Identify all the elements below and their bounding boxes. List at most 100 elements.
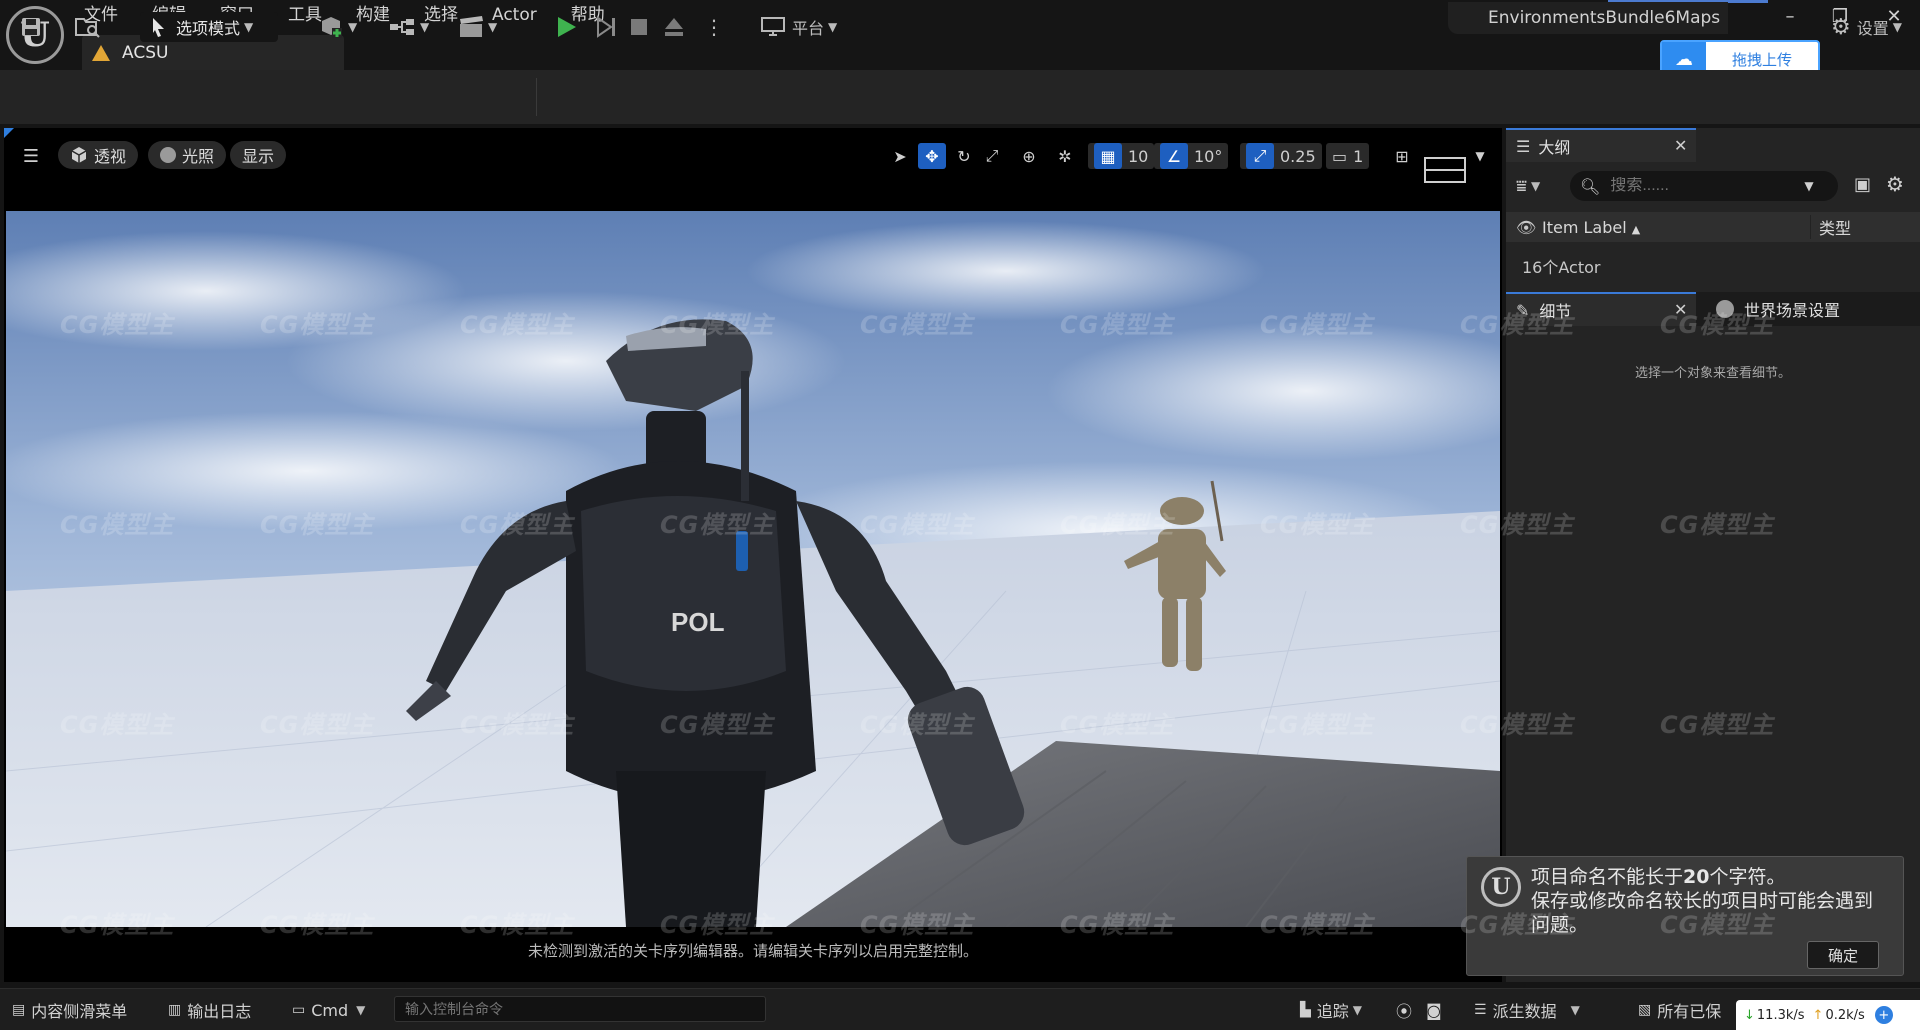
sphere-icon <box>160 147 176 163</box>
viewport-scene[interactable]: POL <box>6 211 1500 927</box>
settings-label: 设置 <box>1856 19 1889 38</box>
layout-grid-icon: ⊞ <box>1395 146 1409 166</box>
content-drawer-icon: ▤ <box>12 1002 26 1018</box>
chevron-down-icon: ▼ <box>488 20 498 34</box>
grid-snap-control[interactable]: ▦ 10 <box>1088 143 1155 169</box>
line1-number: 20 <box>1683 866 1710 888</box>
menu-build[interactable]: 构建 <box>356 0 390 30</box>
surface-snap-toggle[interactable]: ✲ <box>1052 143 1078 169</box>
rotation-snap-control[interactable]: ∠ 10° <box>1154 143 1229 169</box>
trace-dropdown[interactable]: ▙ 追踪 ▼ <box>1300 998 1362 1022</box>
view-mode-button[interactable]: 透视 <box>58 141 139 169</box>
outliner-tab[interactable]: ☰ 大纲 ✕ <box>1506 128 1696 162</box>
translate-tool-button[interactable]: ✥ <box>918 143 946 169</box>
chevron-down-icon[interactable]: ▼ <box>1804 179 1813 193</box>
type-column[interactable]: 类型 <box>1810 215 1851 239</box>
world-settings-tab[interactable]: 世界场景设置 <box>1710 292 1910 326</box>
content-browser-button[interactable] <box>74 12 102 42</box>
toolbar-divider <box>536 78 537 116</box>
lighting-label: 光照 <box>182 147 215 166</box>
derived-data-dropdown[interactable]: ☰ 派生数据 ▼ <box>1474 998 1580 1022</box>
advance-frame-button[interactable] <box>594 12 618 42</box>
unreal-logo: U <box>1481 867 1521 907</box>
screenshot-button[interactable]: ◙ <box>1426 998 1442 1022</box>
content-drawer-label: 内容侧滑菜单 <box>31 1002 128 1021</box>
chevron-down-icon: ▼ <box>356 1003 366 1017</box>
confirm-button[interactable]: 确定 <box>1807 941 1879 969</box>
menu-tools[interactable]: 工具 <box>288 0 322 30</box>
blueprint-button[interactable]: ▼ <box>388 12 429 42</box>
details-tab[interactable]: ✎ 细节 ✕ <box>1506 292 1696 326</box>
mode-select-button[interactable]: 选项模式 ▼ <box>140 12 278 42</box>
play-button[interactable] <box>554 12 578 42</box>
upload-speed: 0.2k/s <box>1825 1007 1865 1023</box>
record-icon: ⦿ <box>1396 1002 1413 1021</box>
rotate-tool-button[interactable]: ↻ <box>952 143 976 169</box>
chevron-down-icon: ▼ <box>828 20 838 34</box>
lighting-mode-button[interactable]: 光照 <box>148 141 227 169</box>
new-folder-button[interactable]: ▣ <box>1854 174 1871 195</box>
pencil-icon: ✎ <box>1516 300 1530 320</box>
mode-label: 选项模式 <box>176 19 241 38</box>
scale-snap-control[interactable]: ⤢ 0.25 <box>1240 143 1322 169</box>
platforms-button[interactable]: 平台 ▼ <box>760 12 837 42</box>
rotate-icon: ↻ <box>957 146 971 166</box>
surface-snap-icon: ✲ <box>1058 146 1072 166</box>
world-settings-label: 世界场景设置 <box>1744 301 1841 320</box>
cmd-label: Cmd <box>311 1000 349 1020</box>
save-button[interactable] <box>20 12 42 42</box>
viewport-size-button[interactable] <box>1424 157 1466 183</box>
item-label-column[interactable]: Item Label ▲ <box>1542 218 1640 237</box>
content-drawer-button[interactable]: ▤ 内容侧滑菜单 <box>12 998 127 1022</box>
outliner-settings-button[interactable]: ⚙ <box>1886 172 1904 196</box>
add-actor-button[interactable]: ▼ <box>318 12 357 42</box>
line1-prefix: 项目命名不能长于 <box>1531 866 1684 888</box>
settings-button[interactable]: ⚙ 设置 ▼ <box>1798 12 1902 42</box>
scene-render: POL <box>6 211 1500 927</box>
gear-icon: ⚙ <box>1886 172 1904 196</box>
globe-icon <box>1716 300 1734 318</box>
log-icon: ▥ <box>168 1002 182 1018</box>
insights-button[interactable]: ⦿ <box>1396 998 1412 1022</box>
camera-speed-control[interactable]: ▭ 1 <box>1326 143 1370 169</box>
menu-actor[interactable]: Actor <box>492 0 537 30</box>
plus-icon[interactable]: + <box>1874 1006 1893 1024</box>
status-bar <box>0 988 1920 1030</box>
download-arrow-icon: ↓ <box>1744 1007 1755 1023</box>
outliner-filter-button[interactable]: ⩸ ▼ <box>1516 172 1556 200</box>
viewport-options-dropdown[interactable]: ▼ <box>1470 143 1490 169</box>
chevron-down-icon: ▼ <box>1892 20 1902 34</box>
console-input-box[interactable] <box>394 996 766 1022</box>
world-local-toggle[interactable]: ⊕ <box>1016 143 1042 169</box>
save-all-label: 所有已保 <box>1657 1002 1722 1021</box>
viewport-menu-button[interactable]: ☰ <box>16 143 46 169</box>
stop-button[interactable] <box>628 12 650 42</box>
sequencer-warning-message: 未检测到激活的关卡序列编辑器。请编辑关卡序列以启用完整控制。 <box>527 942 978 960</box>
save-all-button[interactable]: ▧ 所有已保 <box>1638 998 1721 1022</box>
database-icon: ☰ <box>1474 1002 1487 1018</box>
select-tool-button[interactable]: ➤ <box>888 143 912 169</box>
close-icon[interactable]: ✕ <box>1674 300 1687 319</box>
save-icon <box>22 18 40 36</box>
eject-button[interactable] <box>662 12 686 42</box>
eye-icon[interactable]: 👁︎ <box>1516 218 1536 237</box>
clapperboard-icon <box>460 16 483 37</box>
save-all-icon: ▧ <box>1638 1002 1652 1018</box>
console-command-input[interactable] <box>405 997 765 1021</box>
chevron-down-icon: ▼ <box>1352 1003 1363 1017</box>
scale-tool-button[interactable]: ⤢ <box>980 143 1004 169</box>
cmd-dropdown[interactable]: ▭ Cmd ▼ <box>292 998 365 1022</box>
outliner-search[interactable]: 🔍︎ ▼ <box>1570 171 1838 201</box>
cinematics-button[interactable]: ▼ <box>458 12 497 42</box>
output-log-button[interactable]: ▥ 输出日志 <box>168 998 251 1022</box>
viewport-layout-button[interactable]: ⊞ <box>1390 143 1414 169</box>
warning-icon <box>92 45 110 61</box>
details-empty-message: 选择一个对象来查看细节。 <box>1634 366 1791 381</box>
close-icon[interactable]: ✕ <box>1674 136 1687 155</box>
details-tab-label: 细节 <box>1539 302 1572 321</box>
platform-label: 平台 <box>792 19 825 38</box>
outliner-search-input[interactable] <box>1610 177 1801 195</box>
show-flags-button[interactable]: 显示 <box>230 141 287 169</box>
play-options-button[interactable]: ⋮ <box>704 12 724 42</box>
cube-icon <box>71 147 87 163</box>
